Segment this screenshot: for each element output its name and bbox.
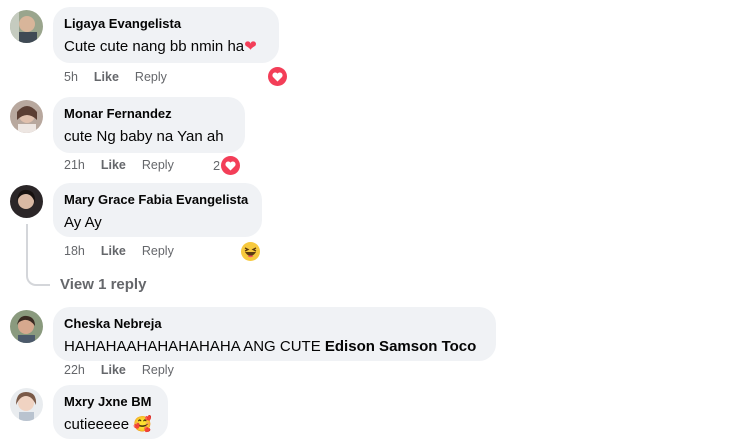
like-button[interactable]: Like bbox=[101, 158, 126, 172]
comment-author[interactable]: Ligaya Evangelista bbox=[64, 16, 267, 32]
comment-bubble: Cheska Nebreja HAHAHAAHAHAHAHAHA ANG CUT… bbox=[53, 307, 496, 361]
comment-text: Ay Ay bbox=[64, 214, 102, 231]
smiling-hearts-emoji-icon: 🥰 bbox=[133, 416, 152, 433]
reply-button[interactable]: Reply bbox=[142, 244, 174, 258]
comment-text: cutieeeee 🥰 bbox=[64, 416, 152, 433]
comment-time[interactable]: 18h bbox=[64, 244, 85, 258]
mention-link[interactable]: Edison Samson Toco bbox=[325, 338, 476, 355]
reply-button[interactable]: Reply bbox=[135, 70, 167, 84]
comment-bubble: Ligaya Evangelista Cute cute nang bb nmi… bbox=[53, 7, 279, 63]
avatar[interactable] bbox=[10, 100, 43, 133]
comment-text: Cute cute nang bb nmin ha❤ bbox=[64, 38, 257, 55]
comment-author[interactable]: Monar Fernandez bbox=[64, 106, 233, 122]
comment-author[interactable]: Mxry Jxne BM bbox=[64, 394, 156, 410]
comment-actions: 18h Like Reply bbox=[64, 244, 190, 258]
comment-time[interactable]: 22h bbox=[64, 363, 85, 377]
heart-reaction-icon bbox=[221, 156, 241, 175]
reaction-badge[interactable]: 2 bbox=[213, 156, 241, 175]
like-button[interactable]: Like bbox=[101, 363, 126, 377]
like-button[interactable]: Like bbox=[101, 244, 126, 258]
reply-button[interactable]: Reply bbox=[142, 158, 174, 172]
haha-reaction-icon bbox=[241, 242, 260, 261]
comment-actions: 5h Like Reply bbox=[64, 70, 183, 84]
like-button[interactable]: Like bbox=[94, 70, 119, 84]
comment-time[interactable]: 21h bbox=[64, 158, 85, 172]
reply-button[interactable]: Reply bbox=[142, 363, 174, 377]
reaction-badge[interactable] bbox=[268, 67, 287, 86]
avatar[interactable] bbox=[10, 388, 43, 421]
heart-emoji-icon: ❤ bbox=[244, 38, 257, 55]
comment-time[interactable]: 5h bbox=[64, 70, 78, 84]
comment-bubble: Mxry Jxne BM cutieeeee 🥰 bbox=[53, 385, 168, 439]
comment-author[interactable]: Mary Grace Fabia Evangelista bbox=[64, 192, 250, 208]
reaction-badge[interactable] bbox=[241, 242, 260, 261]
comment-text: cute Ng baby na Yan ah bbox=[64, 128, 224, 145]
reply-thread-line bbox=[26, 224, 50, 286]
avatar[interactable] bbox=[10, 185, 43, 218]
comment-actions: 22h Like Reply bbox=[64, 363, 190, 377]
reaction-count: 2 bbox=[213, 158, 221, 173]
avatar[interactable] bbox=[10, 310, 43, 343]
heart-reaction-icon bbox=[268, 67, 287, 86]
comment-author[interactable]: Cheska Nebreja bbox=[64, 316, 484, 332]
comment-bubble: Monar Fernandez cute Ng baby na Yan ah bbox=[53, 97, 245, 153]
comment-actions: 21h Like Reply bbox=[64, 158, 190, 172]
comment-bubble: Mary Grace Fabia Evangelista Ay Ay bbox=[53, 183, 262, 237]
view-replies-link[interactable]: View 1 reply bbox=[60, 276, 146, 293]
comment-text: HAHAHAAHAHAHAHAHA ANG CUTE Edison Samson… bbox=[64, 338, 477, 355]
avatar[interactable] bbox=[10, 10, 43, 43]
